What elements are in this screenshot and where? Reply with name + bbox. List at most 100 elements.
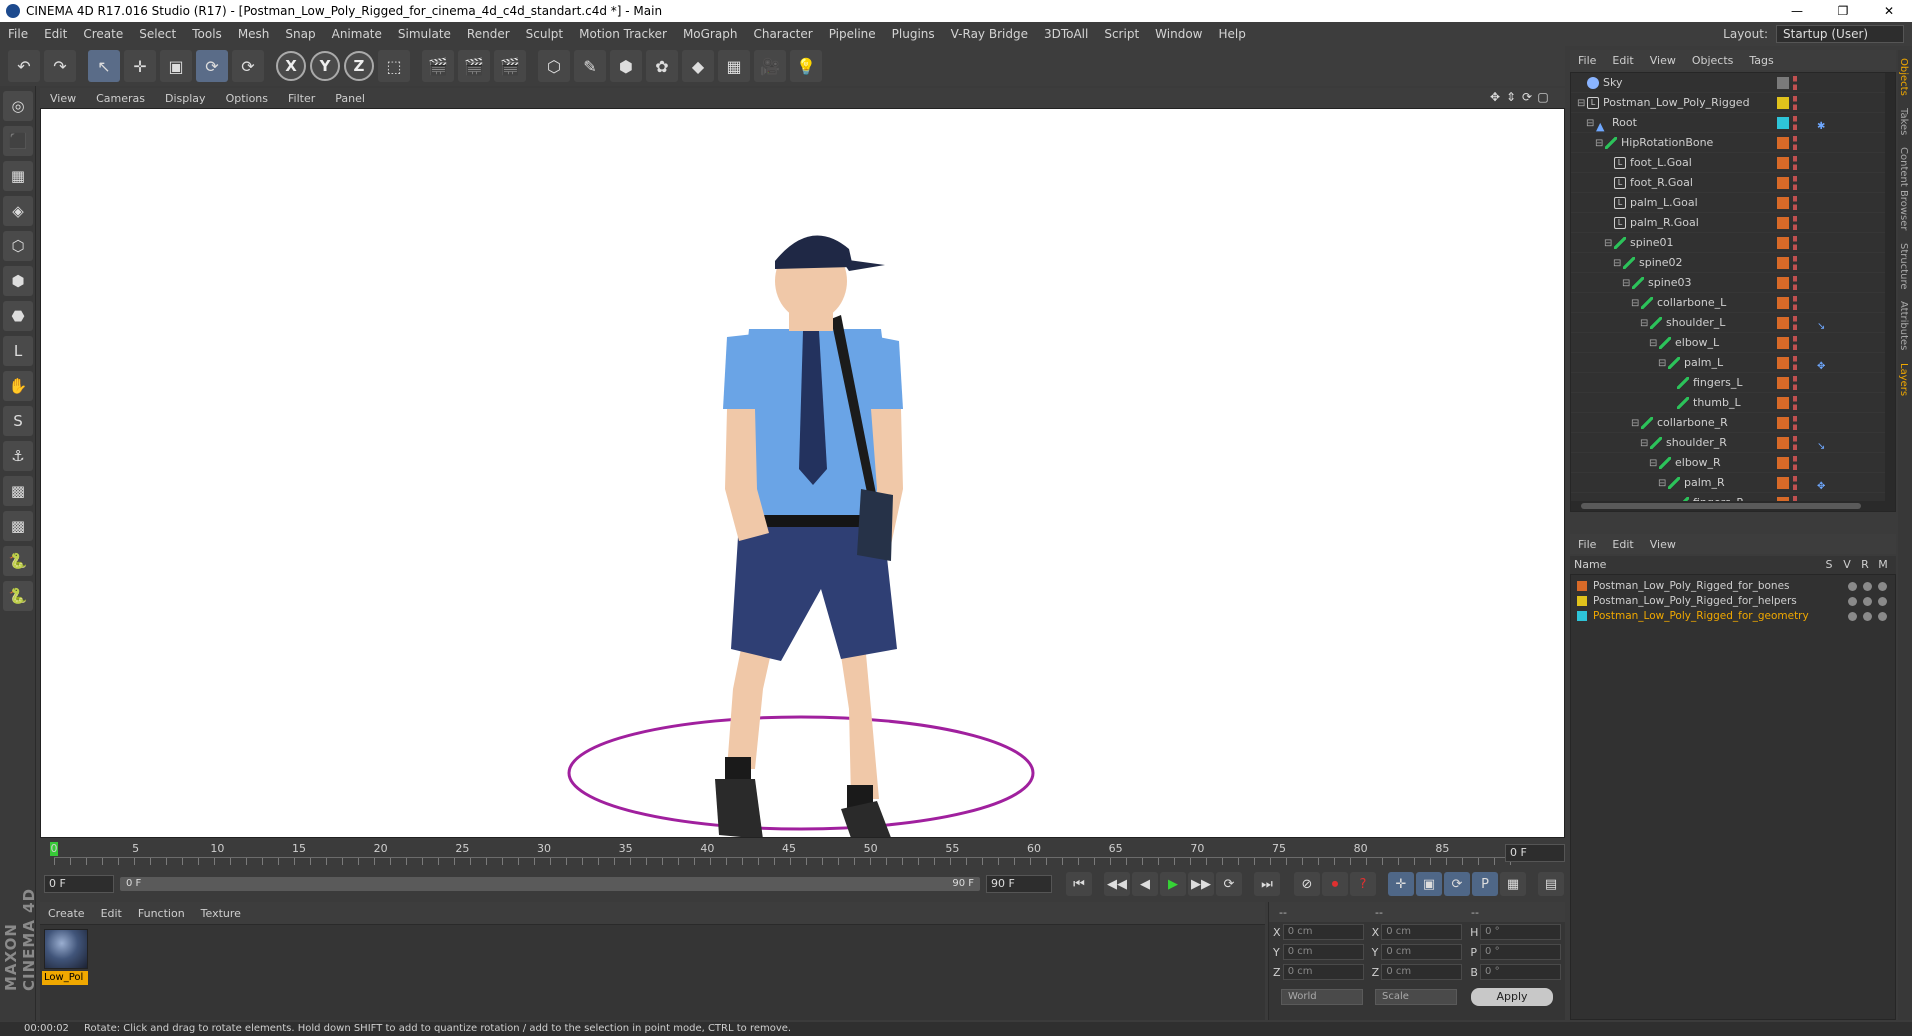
menu-sculpt[interactable]: Sculpt: [518, 22, 571, 46]
layer-row[interactable]: Postman_Low_Poly_Rigged_for_helpers: [1571, 594, 1895, 609]
rotation-field[interactable]: 0 °: [1480, 964, 1562, 980]
viewport-menu-view[interactable]: View: [40, 92, 86, 105]
y-axis-lock-button[interactable]: Y: [310, 51, 340, 81]
layer-solo-column[interactable]: S: [1820, 556, 1838, 574]
menu-edit[interactable]: Edit: [36, 22, 75, 46]
subdivision-surface-icon[interactable]: ⬢: [610, 50, 642, 82]
layer-view-toggle[interactable]: [1863, 597, 1872, 606]
visibility-dots[interactable]: [1793, 196, 1797, 210]
object-row[interactable]: ⊟ palm_L ✥: [1571, 353, 1895, 373]
workplane-align-icon[interactable]: ▩: [3, 511, 33, 541]
restore-button[interactable]: ❐: [1820, 0, 1866, 22]
layer-color-tag[interactable]: [1777, 237, 1789, 249]
apply-button[interactable]: Apply: [1471, 988, 1553, 1006]
rotation-field[interactable]: 0 °: [1480, 944, 1562, 960]
timeline-ruler[interactable]: 051015202530354045505560657075808590 0 F: [40, 840, 1565, 866]
deformer-icon[interactable]: ◆: [682, 50, 714, 82]
object-row[interactable]: ⊟ collarbone_R: [1571, 413, 1895, 433]
visibility-dots[interactable]: [1793, 416, 1797, 430]
size-mode-dropdown[interactable]: Scale: [1375, 989, 1457, 1005]
layer-render-toggle[interactable]: [1878, 582, 1887, 591]
axis-mode-icon[interactable]: L: [3, 336, 33, 366]
size-field[interactable]: 0 cm: [1381, 944, 1463, 960]
object-row[interactable]: Lpalm_L.Goal: [1571, 193, 1895, 213]
layer-color-tag[interactable]: [1777, 457, 1789, 469]
autokeying-button[interactable]: ?: [1350, 872, 1376, 896]
layer-view-toggle[interactable]: [1863, 612, 1872, 621]
objects-menu-tags[interactable]: Tags: [1741, 54, 1781, 67]
menu-character[interactable]: Character: [745, 22, 820, 46]
object-row[interactable]: Lfoot_R.Goal: [1571, 173, 1895, 193]
snap-icon[interactable]: ⚓: [3, 441, 33, 471]
layer-solo-toggle[interactable]: [1848, 582, 1857, 591]
layer-row[interactable]: Postman_Low_Poly_Rigged_for_bones: [1571, 579, 1895, 594]
x-axis-lock-button[interactable]: X: [276, 51, 306, 81]
layer-render-toggle[interactable]: [1878, 597, 1887, 606]
object-row[interactable]: ⊟ spine03: [1571, 273, 1895, 293]
solo-mode-icon[interactable]: S: [3, 406, 33, 436]
viewport-menu-cameras[interactable]: Cameras: [86, 92, 155, 105]
menu-tools[interactable]: Tools: [184, 22, 230, 46]
visibility-dots[interactable]: [1793, 276, 1797, 290]
layer-color-tag[interactable]: [1777, 277, 1789, 289]
expand-toggle-icon[interactable]: ⊟: [1631, 414, 1641, 434]
key-rotation-button[interactable]: ⟳: [1444, 872, 1470, 896]
visibility-dots[interactable]: [1793, 376, 1797, 390]
visibility-dots[interactable]: [1793, 356, 1797, 370]
key-position-button[interactable]: ✛: [1388, 872, 1414, 896]
3d-viewport[interactable]: [40, 108, 1565, 838]
menu-pipeline[interactable]: Pipeline: [821, 22, 884, 46]
undo-button[interactable]: ↶: [8, 50, 40, 82]
visibility-dots[interactable]: [1793, 316, 1797, 330]
rotation-field[interactable]: 0 °: [1480, 924, 1561, 940]
menu-v-ray-bridge[interactable]: V-Ray Bridge: [943, 22, 1036, 46]
points-mode-icon[interactable]: ⬡: [3, 231, 33, 261]
side-tab-attributes[interactable]: Attributes: [1898, 297, 1909, 354]
root-controller-circle[interactable]: [567, 715, 1035, 831]
expand-toggle-icon[interactable]: ⊟: [1649, 334, 1659, 354]
expand-toggle-icon[interactable]: ⊟: [1622, 274, 1632, 294]
layer-color-tag[interactable]: [1777, 377, 1789, 389]
start-frame-field[interactable]: 0 F: [44, 875, 114, 893]
menu-plugins[interactable]: Plugins: [884, 22, 943, 46]
pen-spline-icon[interactable]: ✎: [574, 50, 606, 82]
edges-mode-icon[interactable]: ⬢: [3, 266, 33, 296]
material-menu-create[interactable]: Create: [40, 907, 93, 920]
end-frame-field[interactable]: 90 F: [986, 875, 1052, 893]
layer-color-tag[interactable]: [1777, 337, 1789, 349]
menu-select[interactable]: Select: [131, 22, 184, 46]
layer-view-toggle[interactable]: [1863, 582, 1872, 591]
previous-frame-button[interactable]: ◀: [1132, 872, 1158, 896]
menu-file[interactable]: File: [0, 22, 36, 46]
visibility-dots[interactable]: [1793, 296, 1797, 310]
viewport-menu-display[interactable]: Display: [155, 92, 216, 105]
layer-manager-column[interactable]: M: [1874, 556, 1892, 574]
zoom-view-icon[interactable]: ⇕: [1503, 90, 1519, 104]
material-name-label[interactable]: Low_Pol: [42, 971, 88, 985]
menu-motion-tracker[interactable]: Motion Tracker: [571, 22, 675, 46]
object-manager-hscroll[interactable]: [1571, 501, 1895, 511]
render-settings-icon[interactable]: 🎬: [494, 50, 526, 82]
render-view-icon[interactable]: 🎬: [422, 50, 454, 82]
maximize-view-icon[interactable]: ▢: [1535, 90, 1551, 104]
layer-color-tag[interactable]: [1777, 317, 1789, 329]
object-row[interactable]: ⊟ shoulder_L ↘: [1571, 313, 1895, 333]
objects-menu-view[interactable]: View: [1642, 54, 1684, 67]
object-row[interactable]: ⊟ ▲ Root ✱: [1571, 113, 1895, 133]
menu-mesh[interactable]: Mesh: [230, 22, 278, 46]
preview-range-slider[interactable]: 0 F 90 F: [120, 877, 980, 891]
expand-toggle-icon[interactable]: ⊟: [1658, 354, 1668, 374]
layer-render-toggle[interactable]: [1878, 612, 1887, 621]
key-point-level-button[interactable]: ▦: [1500, 872, 1526, 896]
visibility-dots[interactable]: [1793, 156, 1797, 170]
postman-character-model[interactable]: [715, 235, 903, 838]
layer-color-tag[interactable]: [1777, 177, 1789, 189]
layer-color-swatch[interactable]: [1577, 596, 1587, 606]
menu-animate[interactable]: Animate: [324, 22, 390, 46]
tweak-mode-icon[interactable]: ✋: [3, 371, 33, 401]
scale-tool-icon[interactable]: ▣: [160, 50, 192, 82]
position-field[interactable]: 0 cm: [1282, 944, 1364, 960]
menu-help[interactable]: Help: [1210, 22, 1253, 46]
minimize-button[interactable]: —: [1774, 0, 1820, 22]
layers-menu-file[interactable]: File: [1570, 538, 1604, 551]
